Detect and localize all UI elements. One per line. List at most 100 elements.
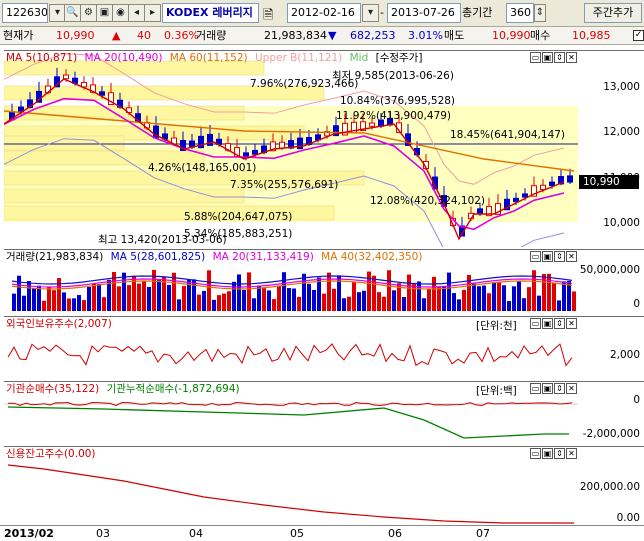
volume-bar (282, 272, 286, 311)
volume-bar (192, 279, 196, 311)
panel-minimize-icon[interactable]: ▭ (530, 251, 541, 262)
panel-move-icon[interactable]: ⇕ (554, 448, 565, 459)
volume-bar (527, 287, 531, 311)
volume-bar (417, 281, 421, 311)
panel-minimize-icon[interactable]: ▭ (530, 448, 541, 459)
volume-bar (242, 289, 246, 311)
panel-minimize-icon[interactable]: ▭ (530, 52, 541, 63)
panel-minimize-icon[interactable]: ▭ (530, 383, 541, 394)
volume-bar (122, 272, 126, 311)
volume-bar (302, 273, 306, 311)
volume-bar (12, 293, 16, 311)
period-input[interactable]: 360 (506, 3, 534, 23)
unit-label: [단위:천] (476, 318, 517, 333)
window-icon[interactable]: ▣ (96, 4, 113, 22)
volume-bar (457, 299, 461, 311)
change-up-icon: ▲ (112, 29, 121, 42)
price-axis: 13,000 12,000 11,000 10,000 10,990 (578, 50, 644, 247)
start-date-dropdown-icon[interactable]: ▾ (362, 4, 379, 22)
legend-mid: Mid (349, 52, 369, 64)
start-date-input[interactable]: 2012-02-16 (287, 3, 361, 23)
volume-bar (477, 286, 481, 311)
credit-tick: 0.00 (616, 512, 640, 524)
checkbox[interactable]: ✓ (633, 30, 644, 41)
panel-maximize-icon[interactable]: ▣ (542, 52, 553, 63)
volume-bar (272, 299, 276, 311)
current-price: 10,990 (56, 29, 95, 42)
volume-bar (237, 274, 241, 311)
volume-bar (382, 296, 386, 311)
volume-bar (67, 298, 71, 311)
end-date-input[interactable]: 2013-07-26 (387, 3, 461, 23)
volume-bar (72, 298, 76, 311)
prev-arrow-icon[interactable]: ◂ (128, 4, 145, 22)
credit-balance-panel: 신용잔고주수(0.00) ▭ ▣ ⇕ ✕ (4, 446, 578, 525)
buy-label: 매수 (530, 29, 551, 42)
legend-vol-ma20: MA 20(31,133,419) (212, 251, 314, 263)
search-icon[interactable]: 🔍 (64, 4, 81, 22)
panel-close-icon[interactable]: ✕ (566, 383, 577, 394)
panel-maximize-icon[interactable]: ▣ (542, 383, 553, 394)
volume-change: 682,253 (350, 29, 396, 42)
candle-body (252, 149, 258, 155)
volume-value: 21,983,834 (264, 29, 327, 42)
sell-price: 10,990 (492, 29, 531, 42)
credit-legend: 신용잔고주수(0.00) (6, 448, 100, 461)
candle-body (567, 175, 573, 183)
volume-bar (92, 283, 96, 311)
volume-bar (297, 296, 301, 311)
volume-bar (102, 297, 106, 311)
legend-inst-cumulative: 기관누적순매수(-1,872,694) (106, 383, 240, 395)
panel-move-icon[interactable]: ⇕ (554, 251, 565, 262)
volume-bar (97, 284, 101, 311)
panel-move-icon[interactable]: ⇕ (554, 318, 565, 329)
volume-bar (267, 290, 271, 311)
volume-axis: 50,000,000 0 (578, 249, 644, 314)
panel-move-icon[interactable]: ⇕ (554, 383, 565, 394)
volume-bar (207, 270, 211, 311)
eye-icon[interactable]: ◉ (112, 4, 129, 22)
volume-bar (332, 288, 336, 311)
panel-maximize-icon[interactable]: ▣ (542, 251, 553, 262)
candle-body (540, 184, 546, 191)
volume-bar (547, 273, 551, 311)
volume-bar (562, 281, 566, 311)
next-arrow-icon[interactable]: ▸ (144, 4, 161, 22)
volume-bar (227, 291, 231, 311)
volume-bar (202, 290, 206, 311)
volume-bar (277, 286, 281, 311)
panel-maximize-icon[interactable]: ▣ (542, 318, 553, 329)
x-axis-label: 06 (388, 527, 402, 540)
document-icon[interactable]: 🗎 (263, 6, 273, 28)
volume-profile-label: 18.45%(641,904,147) (450, 129, 566, 141)
weekly-add-button[interactable]: 주간추가 (584, 3, 642, 23)
volume-bar (182, 286, 186, 311)
institution-axis: 0 -2,000,000 (578, 381, 644, 444)
stock-code-input[interactable]: 122630 (2, 3, 48, 23)
candle-body (477, 208, 483, 214)
x-axis-label: 07 (476, 527, 490, 540)
volume-bar (107, 279, 111, 311)
panel-close-icon[interactable]: ✕ (566, 318, 577, 329)
price-change: 40 (137, 29, 151, 42)
price-tick: 12,000 (603, 126, 640, 138)
volume-bar (322, 293, 326, 311)
panel-close-icon[interactable]: ✕ (566, 448, 577, 459)
period-spinner-icon[interactable]: ⇕ (534, 4, 546, 22)
price-tick: 10,000 (603, 217, 640, 229)
volume-bar (377, 292, 381, 311)
volume-bar (167, 284, 171, 311)
volume-bar (77, 295, 81, 311)
gear-icon[interactable]: ⚙ (80, 4, 97, 22)
panel-close-icon[interactable]: ✕ (566, 251, 577, 262)
panel-close-icon[interactable]: ✕ (566, 52, 577, 63)
panel-maximize-icon[interactable]: ▣ (542, 448, 553, 459)
volume-bar (307, 283, 311, 311)
legend-vol-ma5: MA 5(28,601,825) (110, 251, 206, 263)
volume-bar (572, 291, 576, 311)
volume-bar (127, 285, 131, 311)
panel-minimize-icon[interactable]: ▭ (530, 318, 541, 329)
panel-move-icon[interactable]: ⇕ (554, 52, 565, 63)
volume-bar (432, 276, 436, 311)
legend-adjusted-price: [수정주가] (375, 52, 423, 64)
